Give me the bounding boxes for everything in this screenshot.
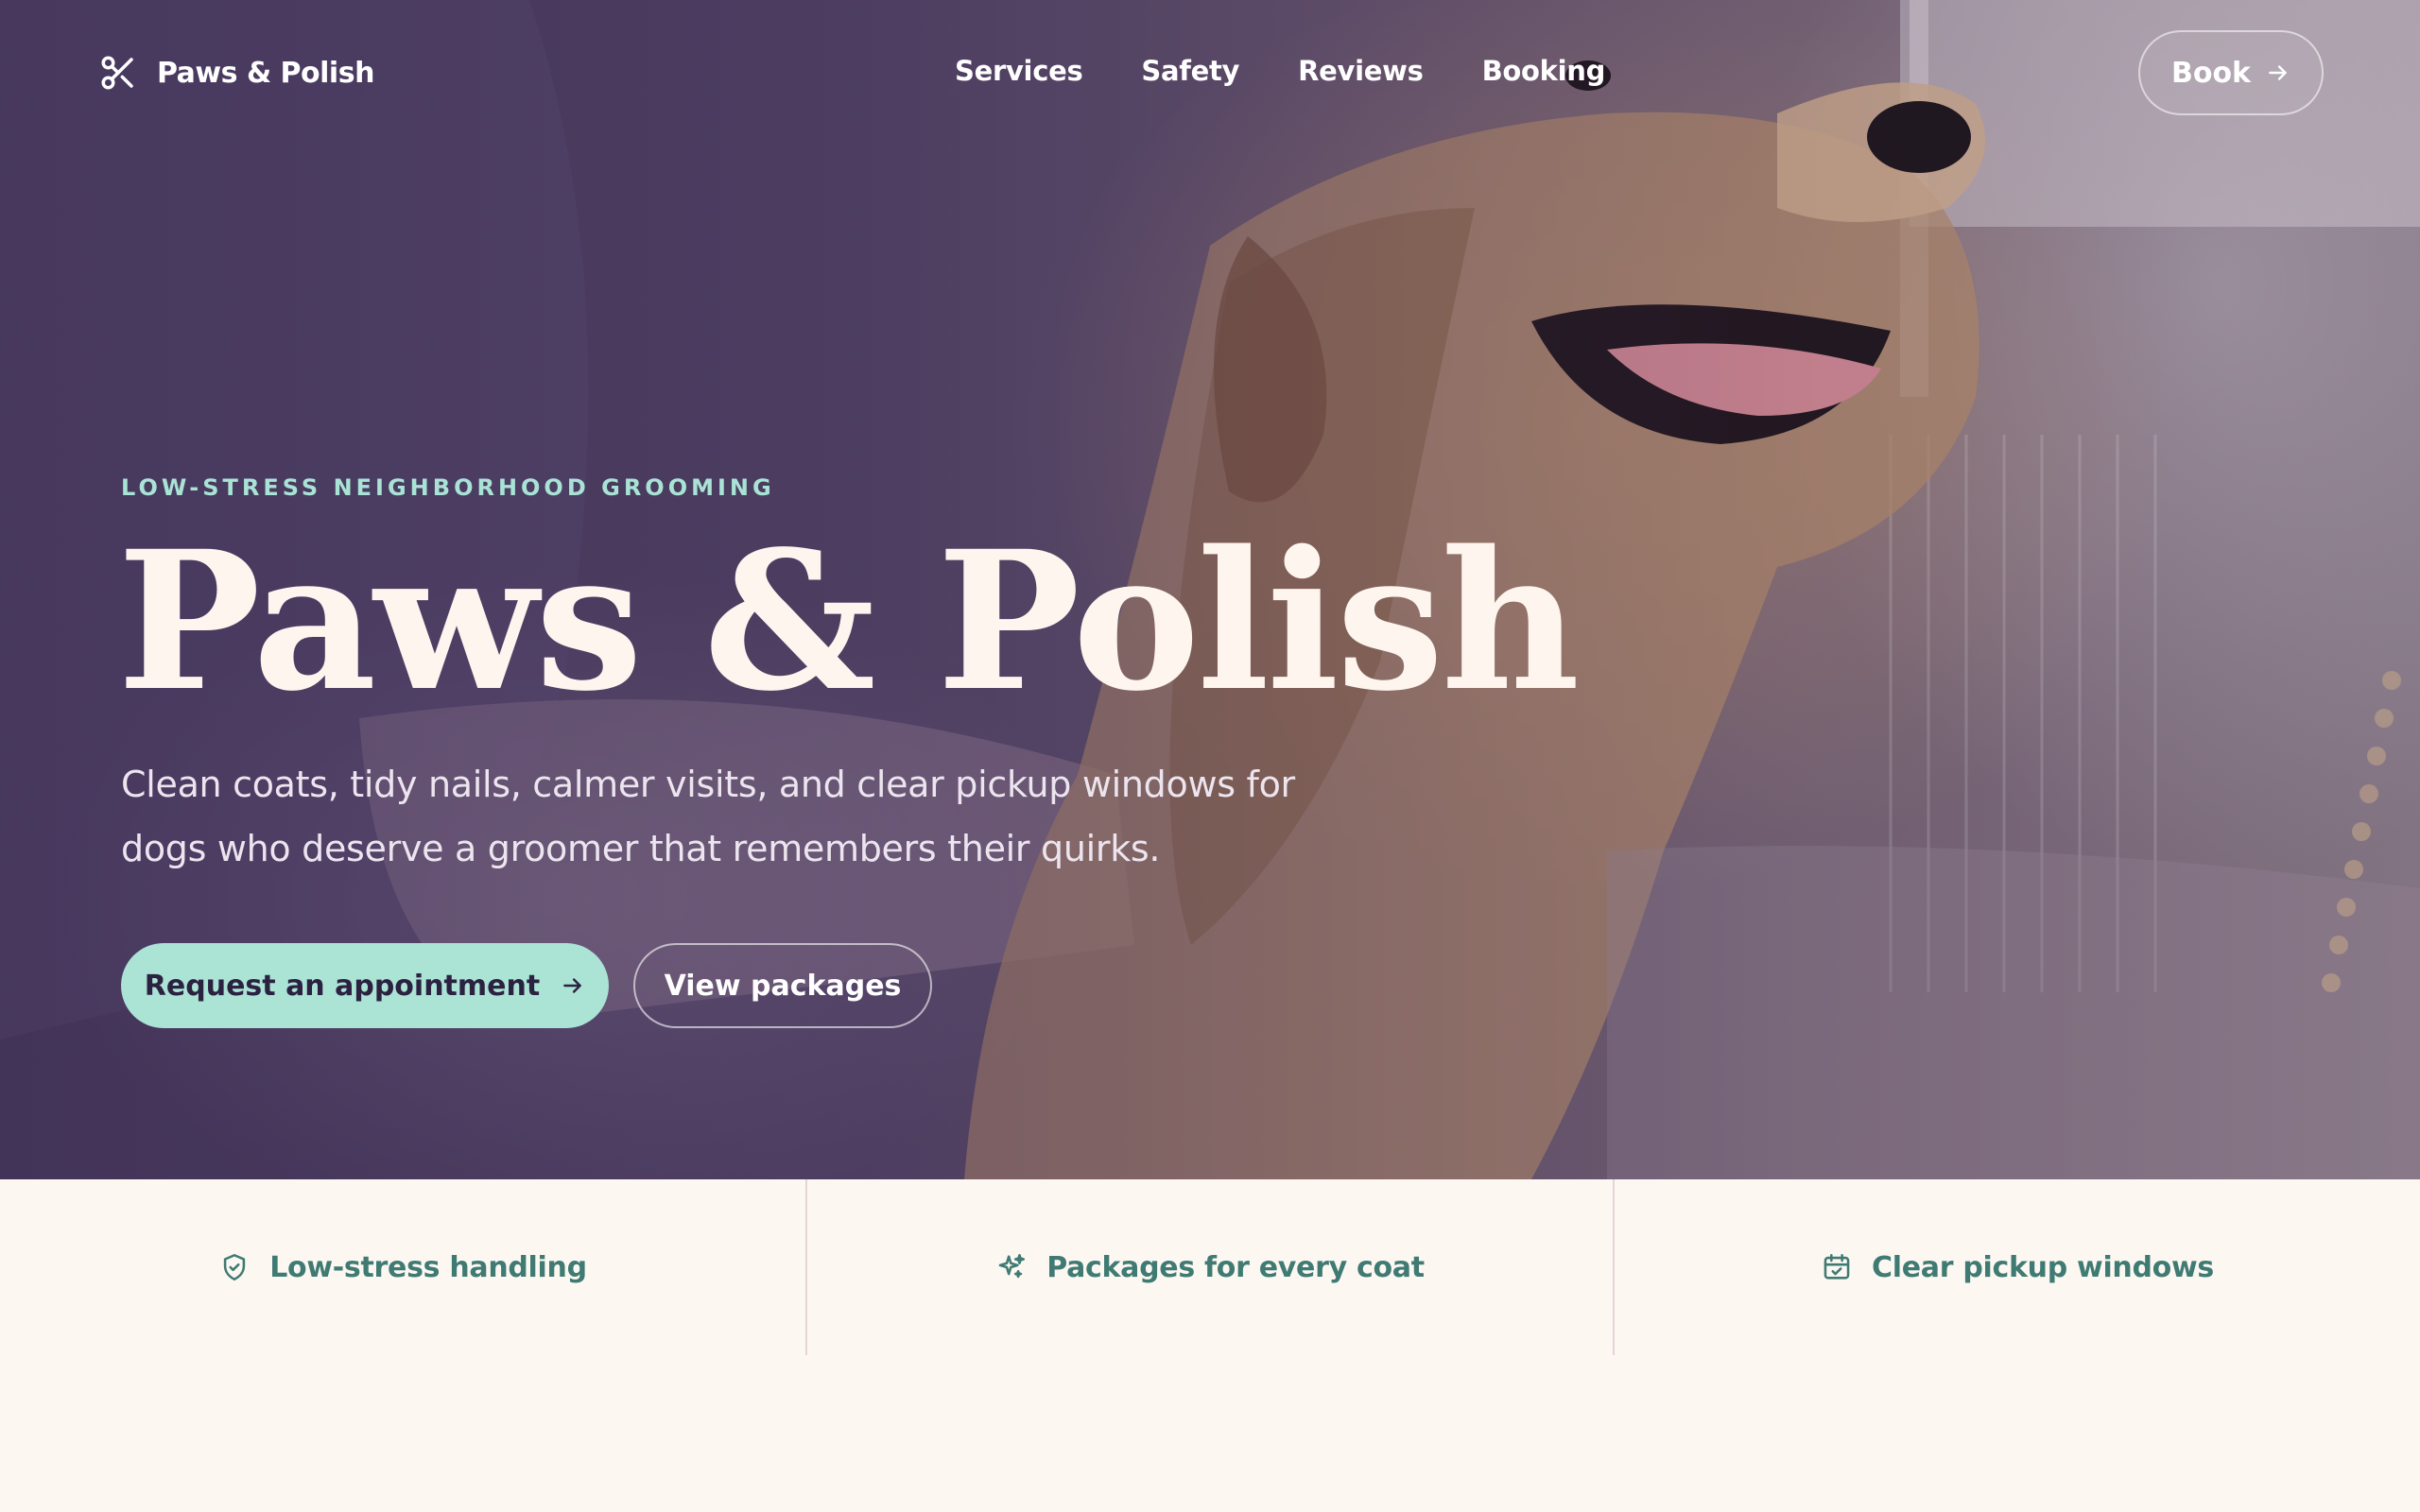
feature-pickup: Clear pickup windows <box>1613 1179 2420 1355</box>
top-nav: Paws & Polish Services Safety Reviews Bo… <box>0 0 2420 151</box>
arrow-right-icon <box>2269 65 2287 80</box>
feature-packages: Packages for every coat <box>805 1179 1613 1355</box>
nav-link-safety[interactable]: Safety <box>1141 55 1239 87</box>
request-appointment-button[interactable]: Request an appointment <box>121 943 609 1028</box>
nav-link-services[interactable]: Services <box>955 55 1083 87</box>
feature-low-stress: Low-stress handling <box>0 1179 805 1355</box>
view-packages-button[interactable]: View packages <box>633 943 932 1028</box>
hero-subtitle: Clean coats, tidy nails, calmer visits, … <box>121 764 1295 869</box>
hero-title: Paws & Polish <box>117 508 1580 733</box>
nav-link-reviews[interactable]: Reviews <box>1298 55 1424 87</box>
features-strip: Low-stress handling Packages for every c… <box>0 1179 2420 1355</box>
feature-label: Low-stress handling <box>269 1250 587 1284</box>
feature-label: Packages for every coat <box>1046 1250 1425 1284</box>
view-packages-label: View packages <box>664 969 902 1003</box>
book-button-label: Book <box>2170 56 2252 90</box>
shield-check-icon <box>224 1253 246 1281</box>
request-appointment-label: Request an appointment <box>144 969 541 1003</box>
sparkles-icon <box>998 1253 1026 1279</box>
feature-label: Clear pickup windows <box>1872 1250 2214 1284</box>
calendar-check-icon <box>1824 1253 1850 1280</box>
brand-name: Paws & Polish <box>157 56 374 90</box>
book-button[interactable]: Book <box>2138 30 2324 115</box>
hero-eyebrow: LOW-STRESS NEIGHBORHOOD GROOMING <box>121 474 775 501</box>
nav-links: Services Safety Reviews Booking <box>955 55 1605 87</box>
scissors-icon <box>101 56 133 90</box>
nav-link-booking[interactable]: Booking <box>1482 55 1606 87</box>
hero-section: Paws & Polish Services Safety Reviews Bo… <box>0 0 2420 1179</box>
arrow-right-icon <box>563 978 581 993</box>
brand-logo-link[interactable]: Paws & Polish <box>98 53 374 93</box>
